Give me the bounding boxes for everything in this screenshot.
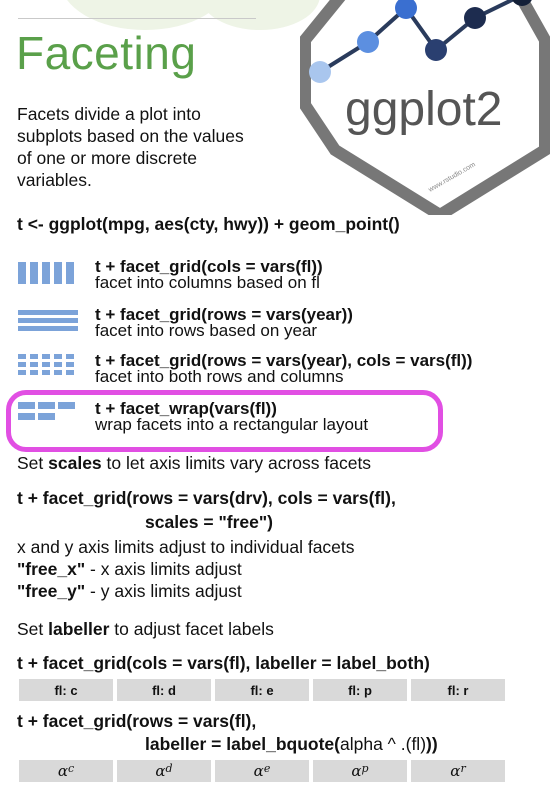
facet-strip-math: αc bbox=[19, 760, 113, 782]
facet-strip-label: fl: p bbox=[313, 679, 407, 701]
free-y-line: "free_y" - y axis limits adjust bbox=[17, 580, 242, 602]
page-title: Faceting bbox=[16, 27, 197, 79]
facet-strip-math: αd bbox=[117, 760, 211, 782]
facet-strip-label: fl: r bbox=[411, 679, 505, 701]
facet-rows-desc: facet into rows based on year bbox=[95, 321, 318, 340]
facet-strip-label: fl: e bbox=[215, 679, 309, 701]
labeller-code2-line1: t + facet_grid(rows = vars(fl), bbox=[17, 711, 257, 731]
facet-strip-label: fl: d bbox=[117, 679, 211, 701]
scales-heading: Set scales to let axis limits vary acros… bbox=[17, 452, 371, 474]
base-code: t <- ggplot(mpg, aes(cty, hwy)) + geom_p… bbox=[17, 214, 400, 234]
labeller-heading-post: to adjust facet labels bbox=[109, 619, 274, 639]
facet-cols-desc: facet into columns based on fl bbox=[95, 273, 320, 292]
rows-icon bbox=[18, 310, 78, 332]
intro-text: Facets divide a plot into subplots based… bbox=[17, 104, 244, 190]
scales-heading-post: to let axis limits vary across facets bbox=[101, 453, 372, 473]
labeller-code2-plain: alpha ^ .(fl) bbox=[340, 734, 427, 754]
facet-wrap-desc: wrap facets into a rectangular layout bbox=[95, 415, 369, 434]
header-rule bbox=[18, 18, 256, 19]
columns-icon bbox=[18, 262, 78, 284]
scales-keyword: scales bbox=[48, 453, 102, 473]
scales-heading-pre: Set bbox=[17, 453, 49, 473]
free-x-line: "free_x" - x axis limits adjust bbox=[17, 558, 242, 580]
labeller-keyword: labeller bbox=[48, 619, 110, 639]
free-y-label: "free_y" bbox=[17, 581, 86, 601]
facet-strip-math: αp bbox=[313, 760, 407, 782]
ggplot2-hex-logo: ggplot2 www.rstudio.com bbox=[300, 0, 550, 215]
facet-grid-desc: facet into both rows and columns bbox=[95, 367, 344, 386]
scales-desc: x and y axis limits adjust to individual… bbox=[17, 537, 355, 557]
labeller-heading: Set labeller to adjust facet labels bbox=[17, 618, 274, 640]
scales-code-line1: t + facet_grid(rows = vars(drv), cols = … bbox=[17, 488, 396, 508]
labeller-code2-line2: labeller = label_bquote(alpha ^ .(fl))) bbox=[145, 734, 438, 755]
logo-text: ggplot2 bbox=[345, 83, 502, 136]
free-y-desc: - y axis limits adjust bbox=[85, 581, 242, 601]
wrap-icon bbox=[18, 402, 78, 424]
labeller-code1: t + facet_grid(cols = vars(fl), labeller… bbox=[17, 653, 430, 673]
facet-strip-label: fl: c bbox=[19, 679, 113, 701]
labeller-code2-bold: labeller = label_bquote( bbox=[145, 734, 340, 754]
labeller-heading-pre: Set bbox=[17, 619, 49, 639]
scales-code-line2: scales = "free") bbox=[145, 512, 273, 532]
labeller-code2-end: )) bbox=[426, 734, 438, 754]
free-x-label: "free_x" bbox=[17, 559, 86, 579]
grid-icon bbox=[18, 354, 78, 376]
facet-strip-math: αr bbox=[411, 760, 505, 782]
facet-strip-math: αe bbox=[215, 760, 309, 782]
free-x-desc: - x axis limits adjust bbox=[85, 559, 242, 579]
